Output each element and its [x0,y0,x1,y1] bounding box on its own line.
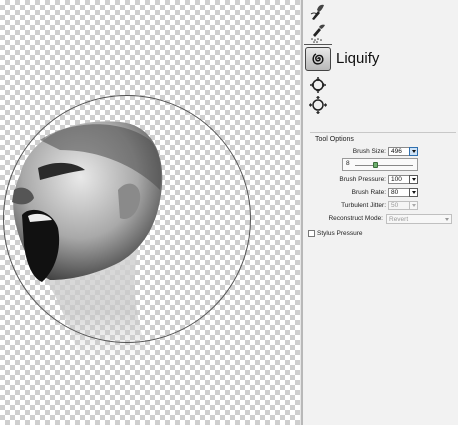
tool-options-title: Tool Options [315,136,354,143]
chevron-down-icon [411,191,416,194]
chevron-down-icon [445,218,449,221]
tools-panel: Liquify Tool Options Brush Size: 496 8 B… [303,0,458,425]
slider-thumb[interactable] [372,162,378,168]
image-canvas[interactable] [0,0,300,425]
pinch-tool-button[interactable] [305,75,331,95]
turbulence-brush-icon [311,24,325,43]
warp-tool-button[interactable] [305,2,331,22]
reconstruct-mode-label: Reconstruct Mode: [328,215,383,222]
turbulent-jitter-input[interactable]: 50 [388,201,410,210]
brush-pressure-label: Brush Pressure: [339,176,386,183]
turbulent-jitter-label: Turbulent Jitter: [341,202,386,209]
pinch-icon [310,77,326,93]
slider-track[interactable] [355,165,413,166]
stylus-pressure-label: Stylus Pressure [317,230,363,237]
bloat-tool-button[interactable] [305,95,331,115]
brush-pressure-input[interactable]: 100 [388,175,410,184]
stylus-pressure-checkbox[interactable] [308,230,315,237]
chevron-down-icon [411,204,416,207]
tool-separator [304,44,332,45]
brush-rate-dropdown[interactable] [409,188,418,197]
options-divider [310,132,456,133]
chevron-down-icon [411,150,416,153]
turbulence-tool-button[interactable] [305,23,331,43]
brush-size-label: Brush Size: [352,148,386,155]
active-tool-label: Liquify [336,50,380,67]
bloat-icon [309,96,327,114]
brush-size-cursor [3,95,251,343]
slider-min-label: 8 [346,160,350,167]
reconstruct-mode-value: Revert [389,216,409,223]
brush-size-dropdown[interactable] [409,147,418,156]
chevron-down-icon [411,178,416,181]
brush-pressure-dropdown[interactable] [409,175,418,184]
brush-size-input[interactable]: 496 [388,147,410,156]
warp-brush-icon [310,4,324,20]
brush-size-slider-popup: 8 [342,158,418,171]
turbulent-jitter-dropdown[interactable] [409,201,418,210]
twirl-icon [312,53,324,65]
twirl-tool-button[interactable] [305,47,331,71]
brush-rate-label: Brush Rate: [351,189,386,196]
brush-rate-input[interactable]: 80 [388,188,410,197]
reconstruct-mode-select[interactable]: Revert [386,214,452,224]
